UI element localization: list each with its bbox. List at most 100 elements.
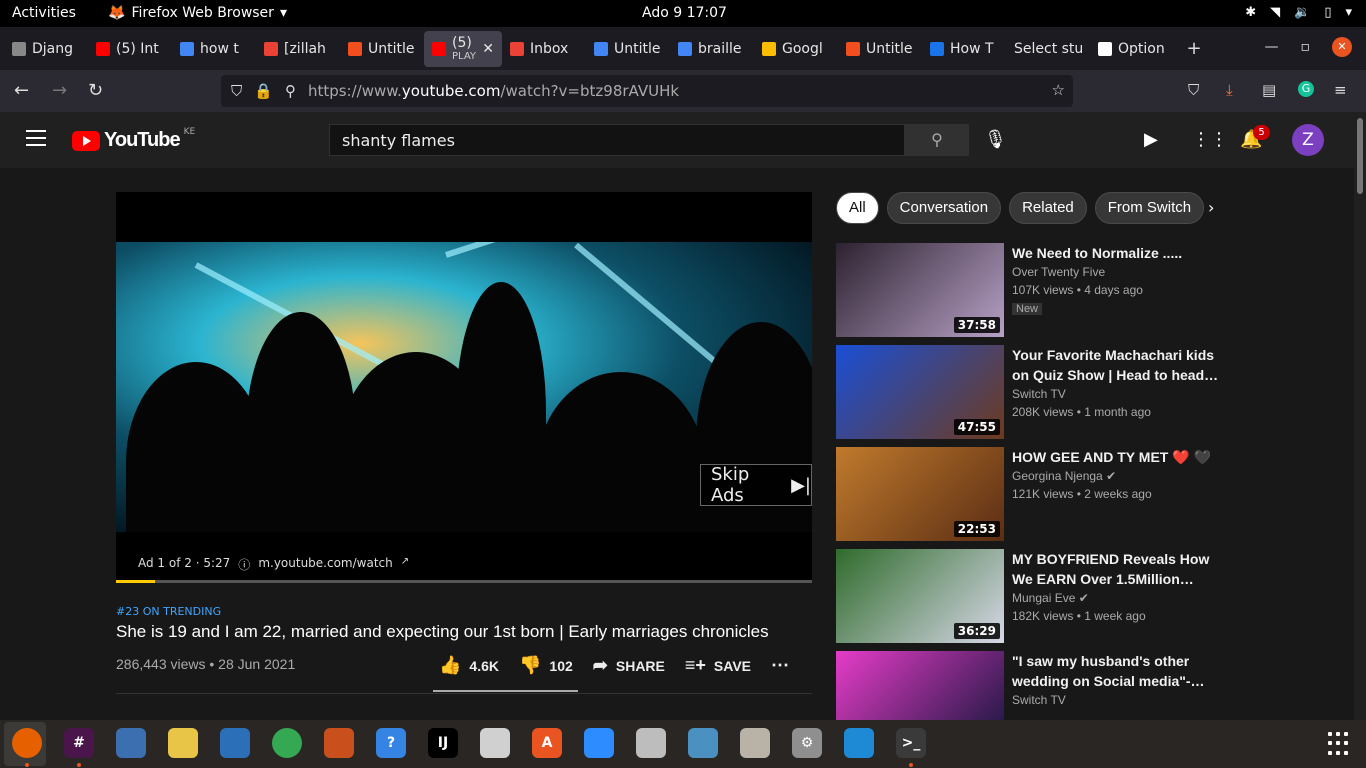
dislike-button[interactable]: 👎 102 [519,655,573,676]
recommended-video[interactable]: 22:53 HOW GEE AND TY MET ❤️ 🖤 Georgina Nje… [836,447,1226,543]
address-bar[interactable]: ⛉ 🔒 ⚲ https://www.youtube.com/watch?v=bt… [221,75,1073,107]
channel-name[interactable]: Mungai Eve ✔ [1012,589,1220,607]
recommended-video[interactable]: "I saw my husband's other wedding on Soc… [836,651,1226,720]
video-thumbnail[interactable]: 47:55 [836,345,1004,439]
trending-label[interactable]: #23 ON TRENDING [116,605,221,618]
recommended-video[interactable]: 47:55 Your Favorite Machachari kids on Qu… [836,345,1226,441]
browser-tab[interactable]: Option [1090,31,1174,67]
chevron-down-icon[interactable]: ▾ [1345,5,1352,20]
browser-tab[interactable]: braille [670,31,754,67]
firefox-icon[interactable] [12,728,42,758]
files-icon[interactable] [740,728,770,758]
filter-chip[interactable]: From Switch [1094,192,1205,224]
account-avatar[interactable]: Z [1292,124,1324,156]
shotwell-icon[interactable] [688,728,718,758]
filter-chip[interactable]: Related [1009,192,1087,224]
slack-icon[interactable]: # [64,728,94,758]
channel-name[interactable]: Georgina Njenga ✔ [1012,467,1220,485]
bookmark-star-icon[interactable]: ☆ [1052,81,1065,99]
video-title[interactable]: Your Favorite Machachari kids on Quiz Sh… [1012,345,1220,385]
settings-icon[interactable]: ⚙ [792,728,822,758]
forward-button[interactable]: → [52,80,67,101]
video-title[interactable]: MY BOYFRIEND Reveals How We EARN Over 1.… [1012,549,1220,589]
software-center-icon[interactable]: A [532,728,562,758]
libreoffice-impress-icon[interactable] [324,728,354,758]
ad-link[interactable]: m.youtube.com/watch [258,556,392,573]
channel-name[interactable]: Switch TV [1012,385,1220,403]
pocket-icon[interactable]: ⛉ [1188,81,1199,99]
video-player[interactable]: Skip Ads ▶| Ad 1 of 2 · 5:27 ⓘ m.youtube… [116,192,812,583]
browser-tab[interactable]: Googl [754,31,838,67]
permissions-icon[interactable]: ⚲ [285,82,296,100]
show-applications-icon[interactable] [1328,732,1352,756]
chrome-icon[interactable] [272,728,302,758]
maximize-button[interactable]: ▫ [1301,39,1311,55]
browser-tab[interactable]: (5) Int [88,31,172,67]
page-scrollbar[interactable] [1354,112,1366,720]
close-tab-icon[interactable]: ✕ [482,41,494,57]
save-button[interactable]: ≡+ SAVE [685,655,751,676]
rhythmbox-icon[interactable] [168,728,198,758]
video-title[interactable]: "I saw my husband's other wedding on Soc… [1012,651,1220,691]
volume-icon[interactable]: 🔉 [1294,5,1310,20]
browser-tab[interactable]: Untitle [586,31,670,67]
close-window-button[interactable]: ✕ [1332,37,1352,57]
thunderbird-icon[interactable] [116,728,146,758]
info-icon[interactable]: ⓘ [238,556,250,573]
filter-chip[interactable]: All [836,192,879,224]
share-button[interactable]: ➦ SHARE [593,655,665,676]
video-title[interactable]: HOW GEE AND TY MET ❤️ 🖤 [1012,447,1220,467]
document-viewer-icon[interactable] [480,728,510,758]
hamburger-menu-icon[interactable] [26,130,46,146]
browser-tab[interactable]: Untitle [340,31,424,67]
skip-ads-button[interactable]: Skip Ads ▶| [700,464,812,506]
help-icon[interactable]: ? [376,728,406,758]
chevron-right-icon[interactable]: › [1208,198,1214,217]
clock[interactable]: Ado 9 17:07 [642,5,727,21]
back-button[interactable]: ← [14,80,29,101]
download-icon[interactable]: ⤓ [1226,81,1233,99]
new-tab-button[interactable]: + [1174,38,1214,59]
video-thumbnail[interactable]: 37:58 [836,243,1004,337]
channel-name[interactable]: Switch TV [1012,691,1220,709]
browser-tab[interactable]: Untitle [838,31,922,67]
reader-view-icon[interactable]: ▤ [1262,81,1276,99]
browser-tab[interactable]: [zillah [256,31,340,67]
filter-chip[interactable]: Conversation [886,192,1002,224]
vscode-icon[interactable] [844,728,874,758]
youtube-logo[interactable]: YouTube KE [72,127,195,152]
create-video-icon[interactable]: ▶ [1144,129,1158,150]
browser-tab[interactable]: Select stu [1006,31,1090,67]
recommended-video[interactable]: 36:29 MY BOYFRIEND Reveals How We EARN Ov… [836,549,1226,645]
video-thumbnail[interactable]: 36:29 [836,549,1004,643]
browser-tab[interactable]: Inbox [502,31,586,67]
video-title[interactable]: We Need to Normalize ..... [1012,243,1220,263]
app-menu[interactable]: 🦊 Firefox Web Browser ▾ [108,5,287,21]
minimize-button[interactable]: — [1265,39,1279,55]
system-tray[interactable]: ✱ ◥ 🔉 ▯ ▾ [1245,5,1352,20]
browser-tab[interactable]: (5) SPLAYI ✕ [424,30,502,67]
ad-progress-bar[interactable] [116,580,812,583]
microphone-icon[interactable]: 🎙 [984,129,1007,150]
battery-icon[interactable]: ▯ [1324,5,1331,20]
browser-tab[interactable]: how t [172,31,256,67]
reload-button[interactable]: ↻ [88,80,103,101]
video-thumbnail[interactable] [836,651,1004,720]
like-button[interactable]: 👍 4.6K [439,655,499,676]
browser-tab[interactable]: Djang [4,31,88,67]
intellij-icon[interactable]: IJ [428,728,458,758]
libreoffice-writer-icon[interactable] [220,728,250,758]
terminal-icon[interactable]: >_ [896,728,926,758]
activities-button[interactable]: Activities [12,5,76,21]
search-button[interactable]: ⚲ [905,124,969,156]
menu-icon[interactable]: ≡ [1334,81,1347,99]
zoom-icon[interactable] [584,728,614,758]
screenshot-icon[interactable] [636,728,666,758]
wifi-icon[interactable]: ◥ [1270,5,1280,20]
more-actions-button[interactable]: ⋯ [771,655,789,676]
browser-tab[interactable]: How T [922,31,1006,67]
scrollbar-thumb[interactable] [1357,118,1363,194]
channel-name[interactable]: Over Twenty Five [1012,263,1220,281]
recommended-video[interactable]: 37:58 We Need to Normalize ..... Over Twen… [836,243,1226,339]
slack-tray-icon[interactable]: ✱ [1245,5,1256,20]
